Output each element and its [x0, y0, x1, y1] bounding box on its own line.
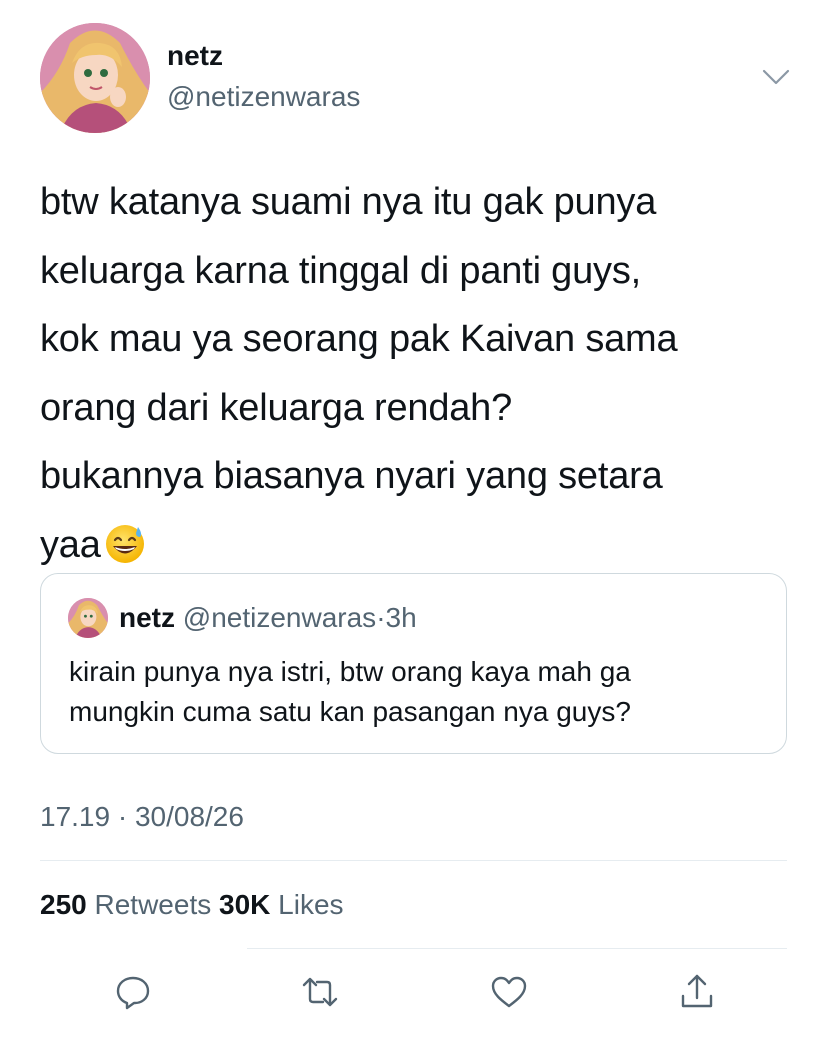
quoted-tweet[interactable]: netz @netizenwaras·3h kirain punya nya i…: [40, 573, 787, 754]
tweet-text-line: btw katanya suami nya itu gak punya: [40, 181, 657, 223]
share-button[interactable]: [673, 968, 721, 1016]
grinning-face-with-sweat-icon: [103, 521, 147, 565]
retweets-label: Retweets: [94, 889, 212, 920]
like-button[interactable]: [485, 968, 533, 1016]
reply-icon: [116, 976, 150, 1010]
tweet-text: btw katanya suami nya itu gak punya kelu…: [40, 168, 800, 579]
avatar-icon: [68, 598, 108, 638]
reply-button[interactable]: [109, 968, 157, 1016]
quoted-text-line: kirain punya nya istri, btw orang kaya m…: [69, 656, 631, 687]
retweet-button[interactable]: [296, 968, 344, 1016]
more-options-chevron-icon[interactable]: [756, 62, 796, 92]
tweet-timestamp[interactable]: 17.19 · 30/08/26: [40, 801, 244, 833]
quoted-tweet-time: 3h: [385, 602, 417, 633]
tweet-text-line: yaa: [40, 523, 101, 566]
quoted-tweet-text: kirain punya nya istri, btw orang kaya m…: [69, 652, 769, 732]
quoted-separator: ·: [376, 602, 386, 633]
quoted-text-line: mungkin cuma satu kan pasangan nya guys?: [69, 696, 631, 727]
author-handle[interactable]: @netizenwaras: [167, 81, 360, 113]
tweet-detail: netz @netizenwaras btw katanya suami nya…: [0, 0, 827, 1039]
quoted-author-display-name: netz: [119, 602, 175, 633]
retweets-count: 250: [40, 889, 87, 920]
retweets-stat[interactable]: 250 Retweets: [40, 889, 211, 920]
author-display-name[interactable]: netz: [167, 40, 223, 72]
retweet-icon: [302, 977, 338, 1007]
tweet-stats: 250 Retweets 30K Likes: [40, 889, 344, 921]
divider: [247, 948, 787, 949]
share-icon: [681, 974, 713, 1008]
divider: [40, 860, 787, 861]
likes-label: Likes: [278, 889, 344, 920]
likes-stat[interactable]: 30K Likes: [219, 889, 344, 920]
quoted-tweet-header: netz @netizenwaras·3h: [119, 602, 417, 634]
quoted-author-avatar: [68, 598, 108, 638]
like-icon: [491, 976, 527, 1008]
quoted-author-handle: @netizenwaras: [182, 602, 377, 633]
avatar-icon: [40, 23, 150, 133]
tweet-text-line: bukannya biasanya nyari yang setara: [40, 455, 663, 497]
tweet-text-last-line: yaa: [40, 511, 800, 580]
likes-count: 30K: [219, 889, 271, 920]
tweet-text-line: kok mau ya seorang pak Kaivan sama: [40, 318, 678, 360]
author-avatar[interactable]: [40, 23, 150, 133]
tweet-text-line: keluarga karna tinggal di panti guys,: [40, 249, 641, 292]
tweet-text-line: orang dari keluarga rendah?: [40, 386, 513, 429]
